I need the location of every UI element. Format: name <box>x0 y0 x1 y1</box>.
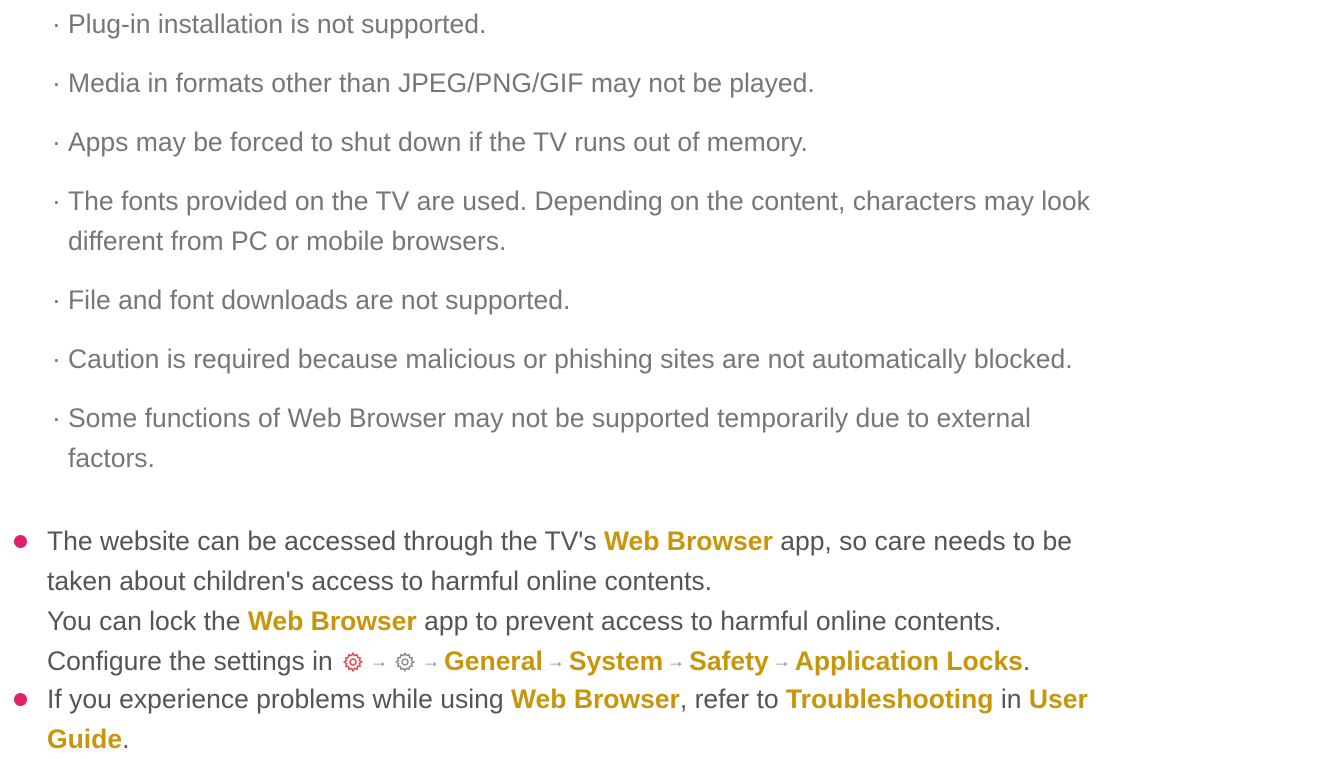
note-dot: · <box>52 9 61 39</box>
text-run: The website can be accessed through the … <box>47 526 604 556</box>
arrow-right-icon: → <box>370 651 389 671</box>
bullet-dot <box>14 535 27 548</box>
note-text: Caution is required because malicious or… <box>68 344 1073 374</box>
note-text: Media in formats other than JPEG/PNG/GIF… <box>68 68 815 98</box>
note-item: · Media in formats other than JPEG/PNG/GI… <box>52 63 815 103</box>
note-text-continued: factors. <box>68 443 155 473</box>
bullet-line: The website can be accessed through the … <box>14 521 1072 561</box>
note-text-continued: different from PC or mobile browsers. <box>68 226 507 256</box>
user-guide-link-continued[interactable]: Guide <box>47 724 122 754</box>
note-item: · Plug-in installation is not supported. <box>52 4 486 44</box>
web-browser-highlight: Web Browser <box>247 606 417 636</box>
text-run: If you experience problems while using <box>47 684 511 714</box>
text-run: . <box>1022 646 1031 676</box>
path-system: System <box>568 646 664 676</box>
path-application-locks: Application Locks <box>794 646 1023 676</box>
note-text: Some functions of Web Browser may not be… <box>68 403 1031 433</box>
document-page: · Plug-in installation is not supported. … <box>0 0 1339 754</box>
text-run: app to prevent access to harmful online … <box>416 606 1002 636</box>
note-dot: · <box>52 285 61 315</box>
settings-gear-red-icon <box>342 651 364 673</box>
path-general: General <box>444 646 543 676</box>
bullet-line: If you experience problems while using W… <box>14 679 1088 719</box>
note-dot: · <box>52 186 61 216</box>
arrow-right-icon: → <box>772 651 791 671</box>
bullet-dot <box>14 693 27 706</box>
note-item: · Some functions of Web Browser may not b… <box>52 398 1031 478</box>
text-run: Configure the settings in <box>47 646 341 676</box>
note-text: Plug-in installation is not supported. <box>68 9 487 39</box>
arrow-right-icon: → <box>546 651 565 671</box>
troubleshooting-link[interactable]: Troubleshooting <box>786 684 994 714</box>
arrow-right-icon: → <box>667 651 686 671</box>
note-text: Apps may be forced to shut down if the T… <box>68 127 808 157</box>
text-run: app, so care needs to be <box>772 526 1072 556</box>
text-run: in <box>993 684 1029 714</box>
settings-gear-gray-icon <box>395 651 416 673</box>
path-safety: Safety <box>689 646 769 676</box>
text-run: , refer to <box>679 684 786 714</box>
web-browser-highlight: Web Browser <box>511 684 680 714</box>
note-item: · File and font downloads are not support… <box>52 280 570 320</box>
text-run: You can lock the <box>47 606 248 636</box>
note-dot: · <box>52 68 61 98</box>
note-text: The fonts provided on the TV are used. D… <box>68 186 1090 216</box>
arrow-right-icon: → <box>422 651 441 671</box>
note-dot: · <box>52 127 61 157</box>
note-item: · Caution is required because malicious o… <box>52 339 1073 379</box>
note-dot: · <box>52 344 61 374</box>
bullet-item-troubleshooting: If you experience problems while using W… <box>14 679 1088 759</box>
note-text: File and font downloads are not supporte… <box>68 285 571 315</box>
note-dot: · <box>52 403 61 433</box>
bullet-line: taken about children's access to harmful… <box>47 566 712 596</box>
note-item: · Apps may be forced to shut down if the … <box>52 122 808 162</box>
user-guide-link[interactable]: User <box>1029 684 1088 714</box>
settings-path-line: Configure the settings in → → General → Syst… <box>14 641 1072 681</box>
text-run: . <box>122 724 130 754</box>
note-item: · The fonts provided on the TV are used. … <box>52 181 1090 261</box>
bullet-line: You can lock the Web Browser app to prev… <box>14 601 1072 641</box>
web-browser-highlight: Web Browser <box>603 526 773 556</box>
bullet-item-parental-lock: The website can be accessed through the … <box>14 521 1072 681</box>
bullet-line: Guide. <box>14 719 1088 759</box>
